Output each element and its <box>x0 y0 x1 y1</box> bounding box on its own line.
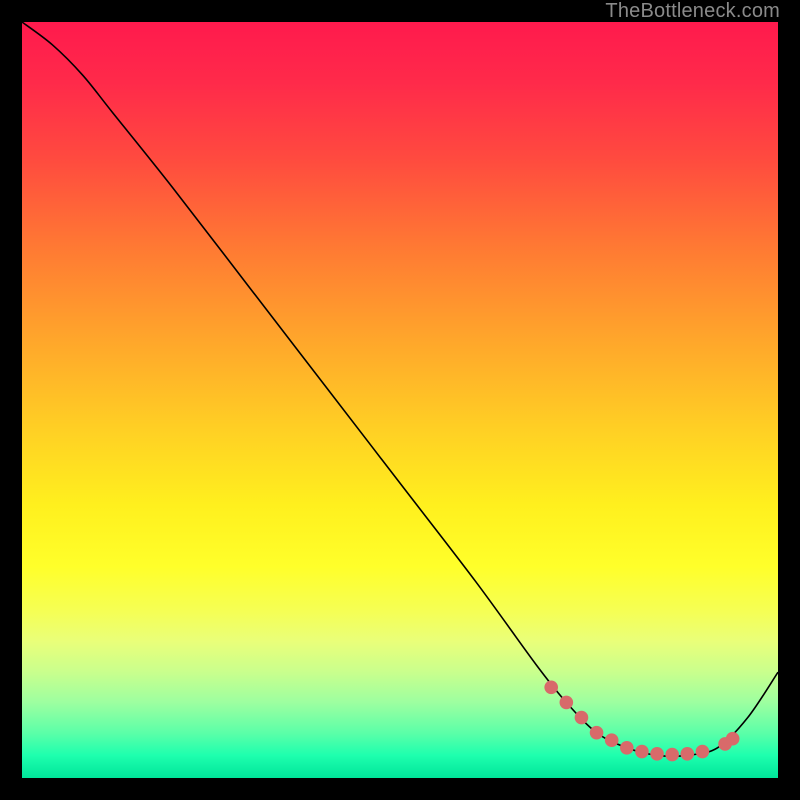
curve-layer <box>22 22 778 778</box>
highlight-dot <box>650 747 664 761</box>
highlight-dot <box>726 732 740 746</box>
bottleneck-curve <box>22 22 778 756</box>
watermark-text: TheBottleneck.com <box>605 0 780 23</box>
highlight-dot <box>696 745 710 759</box>
highlight-dot <box>544 680 558 694</box>
highlight-dot <box>680 747 694 761</box>
highlight-dot <box>560 696 574 710</box>
highlight-dot <box>620 741 634 755</box>
plot-area <box>22 22 778 778</box>
highlight-dot <box>575 711 589 725</box>
highlight-dots <box>544 680 739 761</box>
highlight-dot <box>665 748 679 762</box>
chart-frame: TheBottleneck.com <box>0 0 800 800</box>
highlight-dot <box>590 726 604 740</box>
highlight-dot <box>635 745 649 759</box>
highlight-dot <box>605 733 619 747</box>
